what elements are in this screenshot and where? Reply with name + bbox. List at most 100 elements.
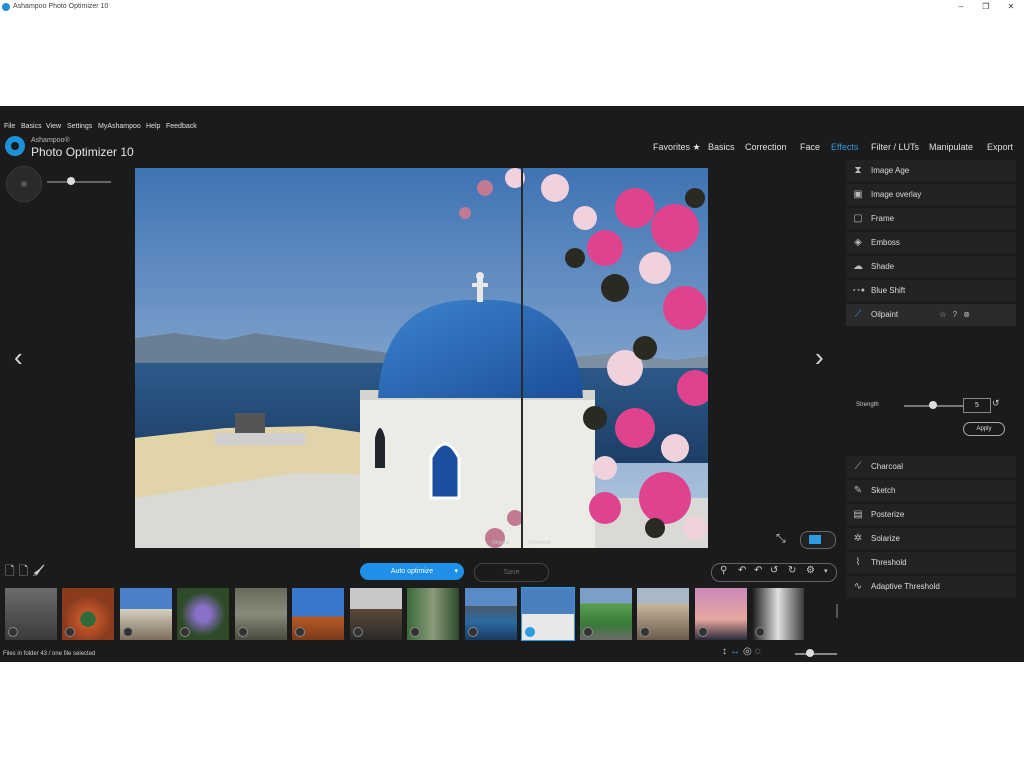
tab-manipulate[interactable]: Manipulate (929, 142, 973, 152)
effect-posterize[interactable]: ▤ Posterize (846, 504, 1016, 527)
effect-sketch[interactable]: ✎ Sketch (846, 480, 1016, 503)
minimize-button[interactable]: – (950, 0, 972, 14)
effect-label: Emboss (871, 238, 900, 247)
strength-slider-handle[interactable] (929, 401, 937, 409)
thumbnail-palms[interactable] (695, 588, 747, 640)
effect-label: Blue Shift (871, 286, 906, 295)
thumbnail-check-icon[interactable] (295, 627, 305, 637)
compare-view-button[interactable] (800, 531, 836, 549)
reset-icon[interactable]: ↺ (992, 398, 1000, 409)
clean-brush-icon[interactable]: 🖌 (32, 564, 48, 578)
vertical-layout-icon[interactable]: ↕ (722, 646, 730, 657)
horizontal-layout-icon[interactable]: ↔ (730, 646, 743, 657)
deselect-icon[interactable]: ◌ (755, 646, 764, 657)
effect-threshold[interactable]: ⌇ Threshold (846, 552, 1016, 575)
menu-feedback[interactable]: Feedback (166, 120, 197, 134)
effect-image-age[interactable]: ⧗ Image Age (846, 160, 1016, 183)
menu-settings[interactable]: Settings (67, 120, 92, 134)
thumbnail-bw-arch[interactable] (752, 588, 804, 640)
photo-preview[interactable] (135, 168, 708, 548)
apply-button[interactable]: Apply (963, 422, 1005, 436)
tab-filter-luts[interactable]: Filter / LUTs (871, 142, 919, 152)
filmstrip-scrollbar[interactable] (836, 604, 838, 618)
thumbnail-animal[interactable] (235, 588, 287, 640)
rotate-right-icon[interactable]: ↻ (788, 565, 796, 576)
zoom-slider-handle[interactable] (67, 177, 75, 185)
menu-myashampoo[interactable]: MyAshampoo (98, 120, 141, 134)
next-image-arrow-icon[interactable]: › (815, 344, 824, 370)
menu-basics[interactable]: Basics (21, 120, 42, 134)
strength-input[interactable]: 5 (963, 398, 991, 413)
auto-optimize-button[interactable]: Auto optimize ▾ (360, 563, 464, 580)
open-file-icon[interactable]: 🗋 (5, 564, 19, 578)
pencil-icon: ✎ (853, 485, 863, 496)
thumbnail-check-icon[interactable] (583, 627, 593, 637)
auto-optimize-dropdown-icon[interactable]: ▾ (454, 563, 458, 580)
tools-dropdown-icon[interactable]: ▾ (824, 567, 828, 575)
add-file-icon[interactable]: 🗋 (19, 564, 33, 578)
menu-view[interactable]: View (46, 120, 61, 134)
thumbnail-check-icon[interactable] (180, 627, 190, 637)
tab-basics[interactable]: Basics (708, 142, 735, 152)
save-button[interactable]: Save (474, 563, 549, 582)
thumbnail-vintage-car[interactable] (580, 588, 632, 640)
effect-shade[interactable]: ☁ Shade (846, 256, 1016, 279)
effect-solarize[interactable]: ✲ Solarize (846, 528, 1016, 551)
zoom-slider-track[interactable] (47, 181, 111, 183)
effect-blue-shift[interactable]: ∘∘● Blue Shift (846, 280, 1016, 303)
thumbnail-building[interactable] (637, 588, 689, 640)
thumbnail-check-icon[interactable] (525, 627, 535, 637)
thumbnail-santorini[interactable] (521, 587, 575, 641)
thumbnail-check-icon[interactable] (468, 627, 478, 637)
thumbnail-check-icon[interactable] (755, 627, 765, 637)
title-bar: Ashampoo Photo Optimizer 10 – ❐ ✕ (0, 0, 1024, 14)
tab-correction[interactable]: Correction (745, 142, 787, 152)
thumbnail-size-slider-handle[interactable] (806, 649, 814, 657)
pan-navigator[interactable] (6, 166, 42, 202)
thumbnail-check-icon[interactable] (238, 627, 248, 637)
effect-adaptive-threshold[interactable]: ∿ Adaptive Threshold (846, 576, 1016, 599)
effect-emboss[interactable]: ◈ Emboss (846, 232, 1016, 255)
select-all-icon[interactable]: ◎ (743, 646, 755, 657)
thumbnail-check-icon[interactable] (410, 627, 420, 637)
thumbnail-check-icon[interactable] (8, 627, 18, 637)
thumbnail-fjord[interactable] (465, 588, 517, 640)
effect-frame[interactable]: ▢ Frame (846, 208, 1016, 231)
tab-export[interactable]: Export (987, 142, 1013, 152)
thumbnail-check-icon[interactable] (65, 627, 75, 637)
close-button[interactable]: ✕ (1000, 0, 1022, 14)
undo-all-icon[interactable]: ↶ (754, 565, 762, 576)
tab-face[interactable]: Face (800, 142, 820, 152)
maximize-button[interactable]: ❐ (975, 0, 997, 14)
effect-label: Oilpaint (871, 310, 899, 319)
thumbnail-path[interactable] (407, 588, 459, 640)
undo-icon[interactable]: ↶ (738, 565, 746, 576)
thumbnail-horse-cart[interactable] (350, 588, 402, 640)
thumbnail-size-slider-track[interactable] (795, 653, 837, 655)
menu-help[interactable]: Help (146, 120, 160, 134)
collapse-icon[interactable]: ⤡ (776, 531, 786, 546)
effect-oilpaint[interactable]: ⟋ Oilpaint ☆ ? ⊗ (846, 304, 1016, 327)
oilpaint-tools-icon[interactable]: ☆ ? ⊗ (939, 310, 972, 319)
thumbnail-route66[interactable] (5, 588, 57, 640)
effect-image-overlay[interactable]: ▣ Image overlay (846, 184, 1016, 207)
thumbnail-street[interactable] (120, 588, 172, 640)
thumbnail-check-icon[interactable] (123, 627, 133, 637)
effect-charcoal[interactable]: ⟋ Charcoal (846, 456, 1016, 479)
settings-gear-icon[interactable]: ⚙ (806, 565, 815, 576)
thumbnail-horseshoe[interactable] (62, 588, 114, 640)
thumbnail-flowers[interactable] (177, 588, 229, 640)
thumbnail-check-icon[interactable] (698, 627, 708, 637)
thumbnail-check-icon[interactable] (640, 627, 650, 637)
magic-wand-icon[interactable]: ⚲ (720, 565, 727, 576)
blue-shift-icon: ∘∘● (852, 287, 865, 294)
effect-label: Frame (871, 214, 895, 223)
menu-bar: File Basics View Settings MyAshampoo Hel… (0, 120, 1024, 134)
thumbnail-monument-valley[interactable] (292, 588, 344, 640)
previous-image-arrow-icon[interactable]: ‹ (14, 344, 23, 370)
tab-favorites[interactable]: Favorites ★ (653, 142, 701, 153)
rotate-left-icon[interactable]: ↺ (770, 565, 778, 576)
tab-effects[interactable]: Effects (831, 142, 858, 152)
menu-file[interactable]: File (4, 120, 15, 134)
thumbnail-check-icon[interactable] (353, 627, 363, 637)
